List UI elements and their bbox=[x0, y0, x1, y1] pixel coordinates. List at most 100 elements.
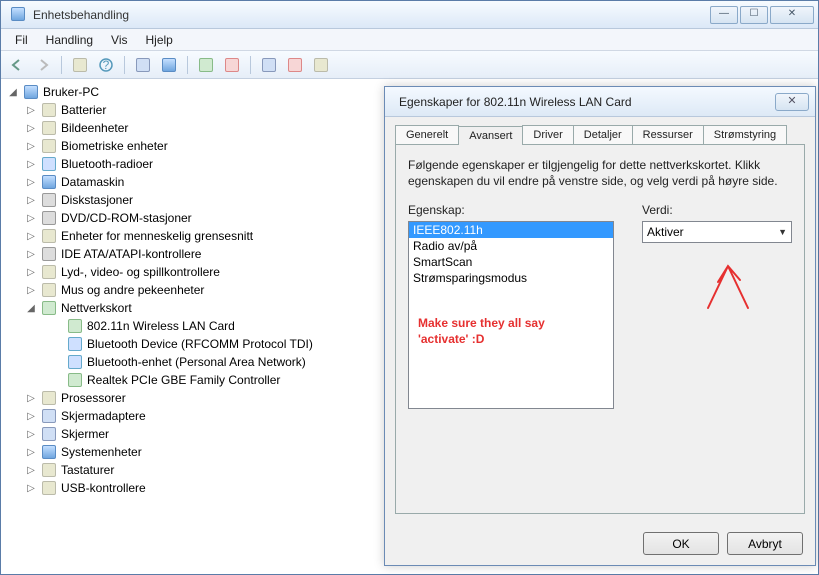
tree-toggle-icon[interactable]: ▷ bbox=[25, 177, 37, 188]
property-item[interactable]: SmartScan bbox=[409, 254, 613, 270]
tab-detaljer[interactable]: Detaljer bbox=[573, 125, 633, 144]
tree-label: Bildeenheter bbox=[61, 121, 128, 135]
window-buttons: — ☐ ✕ bbox=[710, 6, 814, 24]
tree-label: Bluetooth-radioer bbox=[61, 157, 153, 171]
tab-generelt[interactable]: Generelt bbox=[395, 125, 459, 144]
tb-refresh-icon[interactable] bbox=[194, 54, 218, 76]
device-icon bbox=[41, 282, 57, 298]
device-icon bbox=[67, 318, 83, 334]
tab-ressurser[interactable]: Ressurser bbox=[632, 125, 704, 144]
device-icon bbox=[41, 246, 57, 262]
tb-screen-icon[interactable] bbox=[131, 54, 155, 76]
tree-label: IDE ATA/ATAPI-kontrollere bbox=[61, 247, 201, 261]
ok-button[interactable]: OK bbox=[643, 532, 719, 555]
device-icon bbox=[67, 336, 83, 352]
main-titlebar: Enhetsbehandling — ☐ ✕ bbox=[1, 1, 818, 29]
menu-action[interactable]: Handling bbox=[38, 31, 101, 49]
tree-toggle-icon[interactable]: ▷ bbox=[25, 213, 37, 224]
tree-toggle-icon[interactable]: ▷ bbox=[25, 285, 37, 296]
device-icon bbox=[41, 480, 57, 496]
tree-label: Bluetooth-enhet (Personal Area Network) bbox=[87, 355, 306, 369]
cancel-button[interactable]: Avbryt bbox=[727, 532, 803, 555]
minimize-button[interactable]: — bbox=[710, 6, 738, 24]
tree-label: Realtek PCIe GBE Family Controller bbox=[87, 373, 280, 387]
tb-device-icon[interactable] bbox=[157, 54, 181, 76]
tree-label: Systemenheter bbox=[61, 445, 142, 459]
tb-scan-icon[interactable] bbox=[257, 54, 281, 76]
tree-toggle-icon[interactable]: ▷ bbox=[25, 465, 37, 476]
tb-remove-icon[interactable] bbox=[283, 54, 307, 76]
tree-toggle-icon[interactable]: ▷ bbox=[25, 141, 37, 152]
property-item[interactable]: Radio av/på bbox=[409, 238, 613, 254]
tree-label: Prosessorer bbox=[61, 391, 126, 405]
tab-panel-advanced: Følgende egenskaper er tilgjengelig for … bbox=[395, 144, 805, 514]
tb-add-icon[interactable] bbox=[309, 54, 333, 76]
device-icon bbox=[67, 354, 83, 370]
tree-label: Lyd-, video- og spillkontrollere bbox=[61, 265, 220, 279]
tb-help-icon[interactable]: ? bbox=[94, 54, 118, 76]
tree-toggle-icon[interactable]: ▷ bbox=[25, 123, 37, 134]
property-item[interactable]: IEEE802.11h bbox=[409, 222, 613, 238]
tree-toggle-icon[interactable]: ▷ bbox=[25, 195, 37, 206]
tree-toggle-icon[interactable]: ▷ bbox=[25, 267, 37, 278]
dialog-titlebar: Egenskaper for 802.11n Wireless LAN Card… bbox=[385, 87, 815, 117]
device-icon bbox=[41, 210, 57, 226]
toolbar-separator bbox=[124, 56, 125, 74]
tree-label: Tastaturer bbox=[61, 463, 114, 477]
tree-toggle-icon[interactable]: ▷ bbox=[25, 231, 37, 242]
device-icon bbox=[41, 228, 57, 244]
device-icon bbox=[41, 264, 57, 280]
device-icon bbox=[41, 120, 57, 136]
tree-toggle-icon[interactable]: ▷ bbox=[25, 105, 37, 116]
tree-label: Bruker-PC bbox=[43, 85, 99, 99]
device-icon bbox=[41, 390, 57, 406]
close-button[interactable]: ✕ bbox=[770, 6, 814, 24]
chevron-down-icon: ▼ bbox=[778, 227, 787, 237]
dialog-close-button[interactable]: ✕ bbox=[775, 93, 809, 111]
window-title: Enhetsbehandling bbox=[33, 8, 710, 22]
forward-button[interactable] bbox=[31, 54, 55, 76]
property-item[interactable]: Strømsparingsmodus bbox=[409, 270, 613, 286]
tree-label: Enheter for menneskelig grensesnitt bbox=[61, 229, 253, 243]
device-icon bbox=[41, 300, 57, 316]
tb-list-icon[interactable] bbox=[68, 54, 92, 76]
tab-avansert[interactable]: Avansert bbox=[458, 126, 523, 145]
device-icon bbox=[41, 462, 57, 478]
tree-toggle-icon[interactable]: ◢ bbox=[25, 303, 37, 314]
tree-label: Skjermer bbox=[61, 427, 109, 441]
dialog-footer: OK Avbryt bbox=[643, 532, 803, 555]
tree-label: Datamaskin bbox=[61, 175, 124, 189]
tab-driver[interactable]: Driver bbox=[522, 125, 573, 144]
menu-view[interactable]: Vis bbox=[103, 31, 135, 49]
device-icon bbox=[67, 372, 83, 388]
device-icon bbox=[41, 192, 57, 208]
menu-help[interactable]: Hjelp bbox=[138, 31, 181, 49]
tree-label: Mus og andre pekeenheter bbox=[61, 283, 204, 297]
tree-label: Biometriske enheter bbox=[61, 139, 168, 153]
value-label: Verdi: bbox=[642, 203, 792, 217]
toolbar-separator bbox=[250, 56, 251, 74]
tree-label: Bluetooth Device (RFCOMM Protocol TDI) bbox=[87, 337, 313, 351]
tree-toggle-icon[interactable]: ▷ bbox=[25, 411, 37, 422]
tree-toggle-icon[interactable]: ▷ bbox=[25, 483, 37, 494]
property-listbox[interactable]: IEEE802.11hRadio av/påSmartScanStrømspar… bbox=[408, 221, 614, 409]
tree-label: USB-kontrollere bbox=[61, 481, 146, 495]
tree-toggle-icon[interactable]: ▷ bbox=[25, 447, 37, 458]
maximize-button[interactable]: ☐ bbox=[740, 6, 768, 24]
tree-toggle-icon[interactable]: ◢ bbox=[7, 87, 19, 98]
back-button[interactable] bbox=[5, 54, 29, 76]
property-label: Egenskap: bbox=[408, 203, 614, 217]
tb-stop-icon[interactable] bbox=[220, 54, 244, 76]
tree-toggle-icon[interactable]: ▷ bbox=[25, 393, 37, 404]
device-icon bbox=[41, 444, 57, 460]
device-icon bbox=[41, 426, 57, 442]
toolbar: ? bbox=[1, 51, 818, 79]
tab-strømstyring[interactable]: Strømstyring bbox=[703, 125, 787, 144]
properties-dialog: Egenskaper for 802.11n Wireless LAN Card… bbox=[384, 86, 816, 566]
tree-toggle-icon[interactable]: ▷ bbox=[25, 429, 37, 440]
tree-toggle-icon[interactable]: ▷ bbox=[25, 159, 37, 170]
menu-file[interactable]: Fil bbox=[7, 31, 36, 49]
tab-bar: GenereltAvansertDriverDetaljerRessurserS… bbox=[385, 117, 815, 144]
tree-toggle-icon[interactable]: ▷ bbox=[25, 249, 37, 260]
value-combobox[interactable]: Aktiver ▼ bbox=[642, 221, 792, 243]
